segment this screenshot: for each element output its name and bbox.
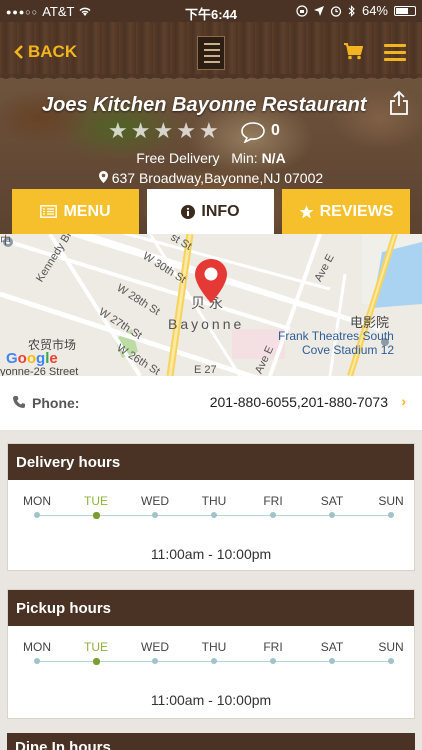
day-label-sat: SAT	[320, 494, 344, 508]
day-dot	[211, 658, 217, 664]
back-button[interactable]: BACK	[14, 42, 77, 62]
scallop-edge	[0, 74, 422, 79]
delivery-hours-value: 11:00am - 10:00pm	[150, 546, 272, 562]
delivery-days-timeline: MON TUE WED THU FRI SAT SUN	[8, 480, 414, 538]
day-dot	[329, 512, 335, 518]
rating-star-icon: ★	[130, 118, 151, 143]
map-poi-theatre-line2: Cove Stadium 12	[302, 343, 395, 357]
day-label-thu: THU	[201, 640, 227, 654]
alarm-icon	[330, 5, 342, 17]
day-dot	[152, 658, 158, 664]
restaurant-logo	[197, 36, 225, 70]
day-label-sun: SUN	[378, 494, 404, 508]
day-dot	[270, 512, 276, 518]
rating-star-icon: ★	[153, 118, 174, 143]
day-dot	[211, 512, 217, 518]
dine-in-hours-title: Dine In hours	[7, 733, 415, 750]
rating-stars: ★ ★ ★ ★ ★	[108, 120, 219, 142]
rating-star-icon: ★	[198, 118, 219, 143]
cart-icon[interactable]	[343, 42, 363, 60]
map-marker-icon	[98, 171, 108, 183]
map-poi-theatre-line1: Frank Theatres South	[278, 329, 394, 343]
battery-icon	[394, 5, 416, 16]
location-map[interactable]: 中 st St W 30th St W 28th St W 27th St W …	[0, 234, 422, 376]
day-label-fri: FRI	[263, 640, 283, 654]
pickup-hours-title: Pickup hours	[8, 590, 414, 626]
map-label-street-26: yonne-26 Street	[0, 366, 79, 376]
day-dot	[34, 512, 40, 518]
map-label-e27: E 27	[194, 364, 217, 376]
hamburger-menu-icon[interactable]	[384, 44, 406, 61]
min-value: N/A	[261, 150, 286, 166]
phone-row[interactable]: Phone: 201-880-6055,201-880-7073 ›	[0, 376, 422, 430]
delivery-info: Free Delivery Min: N/A	[0, 150, 422, 166]
star-icon	[299, 204, 314, 218]
menu-list-icon	[40, 205, 58, 218]
tab-reviews-label: REVIEWS	[319, 202, 394, 220]
tab-info-label: INFO	[201, 202, 240, 220]
map-poi-theatre: Frank Theatres South Cove Stadium 12	[278, 329, 394, 357]
phone-value[interactable]: 201-880-6055,201-880-7073	[210, 394, 388, 410]
pickup-days-timeline: MON TUE WED THU FRI SAT SUN	[8, 626, 414, 684]
address-text: 637 Broadway,Bayonne,NJ 07002	[111, 170, 324, 186]
delivery-hours-card: Delivery hours MON TUE WED THU FRI SAT SUN 11:…	[7, 443, 415, 571]
delivery-label: Free Delivery	[136, 150, 220, 166]
day-dot	[92, 512, 100, 519]
map-label-top-left: 中	[0, 235, 11, 247]
day-label-tue: TUE	[84, 494, 108, 508]
battery-label: 64%	[361, 3, 388, 18]
comment-icon[interactable]	[240, 121, 266, 143]
back-label: BACK	[28, 42, 78, 61]
min-label: Min:	[231, 150, 258, 166]
day-label-wed: WED	[141, 494, 169, 508]
map-city: Bayonne	[168, 316, 245, 332]
day-label-fri: FRI	[263, 494, 283, 508]
tab-reviews[interactable]: REVIEWS	[282, 189, 410, 234]
info-icon	[181, 204, 196, 219]
day-label-wed: WED	[141, 640, 169, 654]
day-dot	[34, 658, 40, 664]
delivery-hours-title: Delivery hours	[8, 444, 414, 480]
phone-label: Phone:	[32, 395, 80, 411]
day-label-thu: THU	[201, 494, 227, 508]
day-label-mon: MON	[23, 640, 51, 654]
day-dot	[270, 658, 276, 664]
rating-star-icon: ★	[176, 118, 196, 143]
day-dot	[329, 658, 335, 664]
bluetooth-icon	[348, 4, 355, 17]
tab-menu-label: MENU	[63, 202, 111, 220]
rotation-lock-icon	[296, 4, 308, 17]
rating-star-icon: ★	[108, 118, 128, 143]
day-label-mon: MON	[23, 494, 51, 508]
day-label-tue: TUE	[84, 640, 108, 654]
day-dot	[152, 512, 158, 518]
tab-menu[interactable]: MENU	[12, 189, 139, 234]
pickup-hours-value: 11:00am - 10:00pm	[150, 692, 272, 708]
status-right: 64%	[296, 3, 416, 18]
day-dot	[388, 658, 394, 664]
share-icon[interactable]	[388, 90, 410, 116]
status-bar: ●●●○○ AT&T 下午6:44 64%	[0, 0, 422, 22]
phone-icon	[13, 396, 25, 408]
pickup-hours-card: Pickup hours MON TUE WED THU FRI SAT SUN 11:00…	[7, 589, 415, 719]
chevron-left-icon	[14, 45, 23, 59]
location-icon	[313, 5, 324, 16]
day-label-sun: SUN	[378, 640, 404, 654]
day-dot	[92, 658, 100, 665]
address-line: 637 Broadway,Bayonne,NJ 07002	[0, 170, 422, 186]
google-logo: Google	[6, 350, 58, 367]
chevron-right-icon: ›	[401, 393, 406, 409]
nav-bar: BACK	[0, 22, 422, 78]
map-pin-icon	[195, 259, 227, 303]
tab-info[interactable]: INFO	[147, 189, 274, 234]
review-count: 0	[271, 122, 280, 139]
day-dot	[388, 512, 394, 518]
restaurant-name: Joes Kitchen Bayonne Restaurant	[42, 94, 367, 116]
day-label-sat: SAT	[320, 640, 344, 654]
